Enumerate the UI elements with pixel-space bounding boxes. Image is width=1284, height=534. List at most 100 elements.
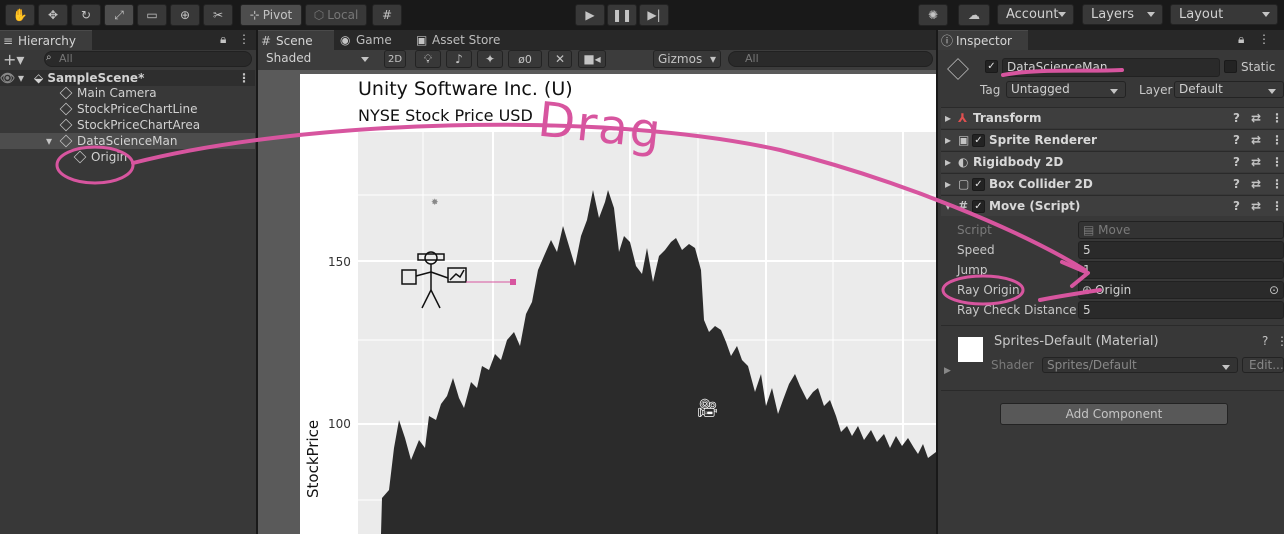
add-icon[interactable]: +▾ (3, 50, 24, 69)
effects-icon[interactable]: ✦ (477, 50, 503, 68)
script-field: ▤ Move (1078, 221, 1284, 239)
scene-tabbar: # Scene ◉ Game ▣ Asset Store (258, 30, 936, 50)
lock-icon[interactable]: 🔒︎ (1238, 32, 1244, 47)
transform-ref-icon: ⊕ (1082, 283, 1093, 297)
audio-icon[interactable]: ♪ (446, 50, 472, 68)
scene-search-input[interactable]: All (728, 51, 933, 67)
data-science-man-sprite[interactable] (398, 248, 518, 318)
hidden-objects-toggle[interactable]: ø0 (508, 50, 542, 68)
tab-inspector[interactable]: ⓘ Inspector (938, 30, 1028, 50)
gameobject-icon (59, 134, 73, 148)
collab-icon[interactable]: ✺ (918, 4, 948, 26)
hierarchy-item-chartarea[interactable]: StockPriceChartArea (0, 117, 255, 133)
hierarchy-item-datascienceman[interactable]: ▾ DataScienceMan (0, 133, 255, 149)
camera-gizmo-icon[interactable]: 🎥︎ (696, 398, 719, 419)
tab-scene[interactable]: # Scene (258, 30, 334, 50)
script-icon: # (958, 199, 969, 213)
hand-tool-icon[interactable]: ✋ (5, 4, 35, 26)
speed-field[interactable]: 5 (1078, 241, 1284, 259)
2d-toggle[interactable]: 2D (384, 50, 406, 68)
rigidbody-icon: ◐ (958, 155, 969, 169)
lock-icon[interactable]: 🔒︎ (220, 32, 226, 47)
tag-label: Tag (980, 83, 1001, 97)
grid-snap-icon[interactable]: # (372, 4, 402, 26)
gameobject-icon (59, 118, 73, 132)
pivot-toggle[interactable]: ⊹ Pivot (240, 4, 302, 26)
pause-icon[interactable]: ❚❚ (607, 4, 637, 26)
box-collider-icon: ▢ (958, 177, 970, 191)
rect-tool-icon[interactable]: ▭ (137, 4, 167, 26)
object-name-field[interactable]: DataScienceMan (1002, 58, 1220, 77)
ray-origin-field[interactable]: ⊕ Origin ⊙ (1078, 281, 1284, 299)
custom-tool-icon[interactable]: ✂ (203, 4, 233, 26)
hierarchy-panel: +▾ All ⌕ 👁︎ ▾ ⬙ SampleScene* ⋮ Main Camera … (0, 50, 256, 534)
component-rigidbody2d[interactable]: ▸ ◐ Rigidbody 2D? ⇄ ⋮ (941, 151, 1284, 172)
tab-asset-store[interactable]: ▣ Asset Store (414, 30, 514, 50)
static-checkbox[interactable] (1224, 60, 1237, 73)
component-box-collider2d[interactable]: ▸ ▢ ✓ Box Collider 2D? ⇄ ⋮ (941, 173, 1284, 194)
component-sprite-renderer[interactable]: ▸ ▣ ✓ Sprite Renderer? ⇄ ⋮ (941, 129, 1284, 150)
cloud-icon[interactable]: ☁ (958, 4, 990, 26)
script-asset-icon: ▤ (1083, 223, 1099, 237)
light-gizmo-icon: ✸ (431, 198, 439, 208)
divider (941, 325, 1284, 326)
component-transform[interactable]: ▸ ⅄ Transform? ⇄ ⋮ (941, 107, 1284, 128)
lighting-icon[interactable]: 💡︎ (415, 50, 441, 68)
scene-row[interactable]: 👁︎ ▾ ⬙ SampleScene* ⋮ (0, 70, 255, 86)
hierarchy-tabbar: ≡ Hierarchy 🔒︎ ⋮ (0, 30, 256, 50)
scale-tool-icon[interactable]: ⤢ (104, 4, 134, 26)
jump-label: Jump (957, 263, 988, 277)
edit-shader-button[interactable]: Edit... (1242, 357, 1284, 373)
help-icon[interactable]: ? (1262, 334, 1268, 348)
jump-field[interactable]: 1 (1078, 261, 1284, 279)
unity-scene-icon: ⬙ (34, 71, 48, 85)
hierarchy-item-origin[interactable]: Origin (0, 149, 255, 165)
visibility-icon[interactable]: 👁︎ (0, 70, 15, 86)
inspector-tabbar: ⓘ Inspector 🔒︎ ⋮ (938, 30, 1284, 50)
layer-dropdown[interactable]: Default (1174, 81, 1284, 98)
local-toggle[interactable]: ⬡ Local (305, 4, 367, 26)
tick-label-100: 100 (328, 417, 351, 431)
tools-icon[interactable]: ✕ (548, 50, 572, 68)
scene-toolbar: Shaded 2D 💡︎ ♪ ✦ ø0 ✕ ■◂ Gizmos ▾ All (258, 50, 936, 70)
main-toolbar: ✋ ✥ ↻ ⤢ ▭ ⊕ ✂ ⊹ Pivot ⬡ Local # ▶ ❚❚ ▶| ✺ … (0, 0, 1284, 30)
transform-icon: ⅄ (958, 111, 968, 125)
expand-icon[interactable]: ▶ (944, 366, 951, 376)
add-component-button[interactable]: Add Component (1000, 403, 1228, 425)
tick-label-150: 150 (328, 255, 351, 269)
gameobject-icon (59, 86, 73, 100)
shader-dropdown[interactable]: Sprites/Default (1042, 357, 1238, 373)
kebab-menu-icon[interactable]: ⋮ (238, 32, 250, 46)
move-tool-icon[interactable]: ✥ (38, 4, 68, 26)
y-axis-label: StockPrice (304, 419, 322, 498)
stock-price-area (381, 190, 936, 534)
material-preview (958, 337, 983, 362)
tab-hierarchy[interactable]: ≡ Hierarchy (0, 30, 92, 50)
camera-icon[interactable]: ■◂ (578, 50, 606, 68)
transform-tool-icon[interactable]: ⊕ (170, 4, 200, 26)
divider (941, 390, 1284, 391)
rotate-tool-icon[interactable]: ↻ (71, 4, 101, 26)
play-icon[interactable]: ▶ (575, 4, 605, 26)
kebab-menu-icon[interactable]: ⋮ (1258, 32, 1270, 46)
step-icon[interactable]: ▶| (639, 4, 669, 26)
account-dropdown[interactable]: Account (997, 4, 1074, 25)
layers-dropdown[interactable]: Layers (1082, 4, 1163, 25)
ray-check-distance-field[interactable]: 5 (1078, 301, 1284, 319)
active-checkbox[interactable]: ✓ (985, 60, 998, 73)
sprite-renderer-icon: ▣ (958, 133, 970, 147)
tag-dropdown[interactable]: Untagged (1006, 81, 1126, 98)
hierarchy-search-input[interactable]: All (44, 51, 252, 67)
kebab-menu-icon[interactable]: ⋮ (1276, 334, 1284, 348)
hierarchy-item-main-camera[interactable]: Main Camera (0, 85, 255, 101)
component-move-script[interactable]: ▾ # ✓ Move (Script)? ⇄ ⋮ (941, 195, 1284, 216)
search-icon: ⌕ (46, 52, 52, 63)
tab-game[interactable]: ◉ Game (338, 30, 412, 50)
speed-label: Speed (957, 243, 995, 257)
hierarchy-item-chartline[interactable]: StockPriceChartLine (0, 101, 255, 117)
gizmos-dropdown[interactable]: Gizmos ▾ (653, 50, 721, 68)
shading-dropdown[interactable]: Shaded (258, 50, 376, 68)
material-name: Sprites-Default (Material) (994, 334, 1159, 349)
layout-dropdown[interactable]: Layout (1170, 4, 1278, 25)
ray-check-distance-label: Ray Check Distance (957, 303, 1077, 317)
